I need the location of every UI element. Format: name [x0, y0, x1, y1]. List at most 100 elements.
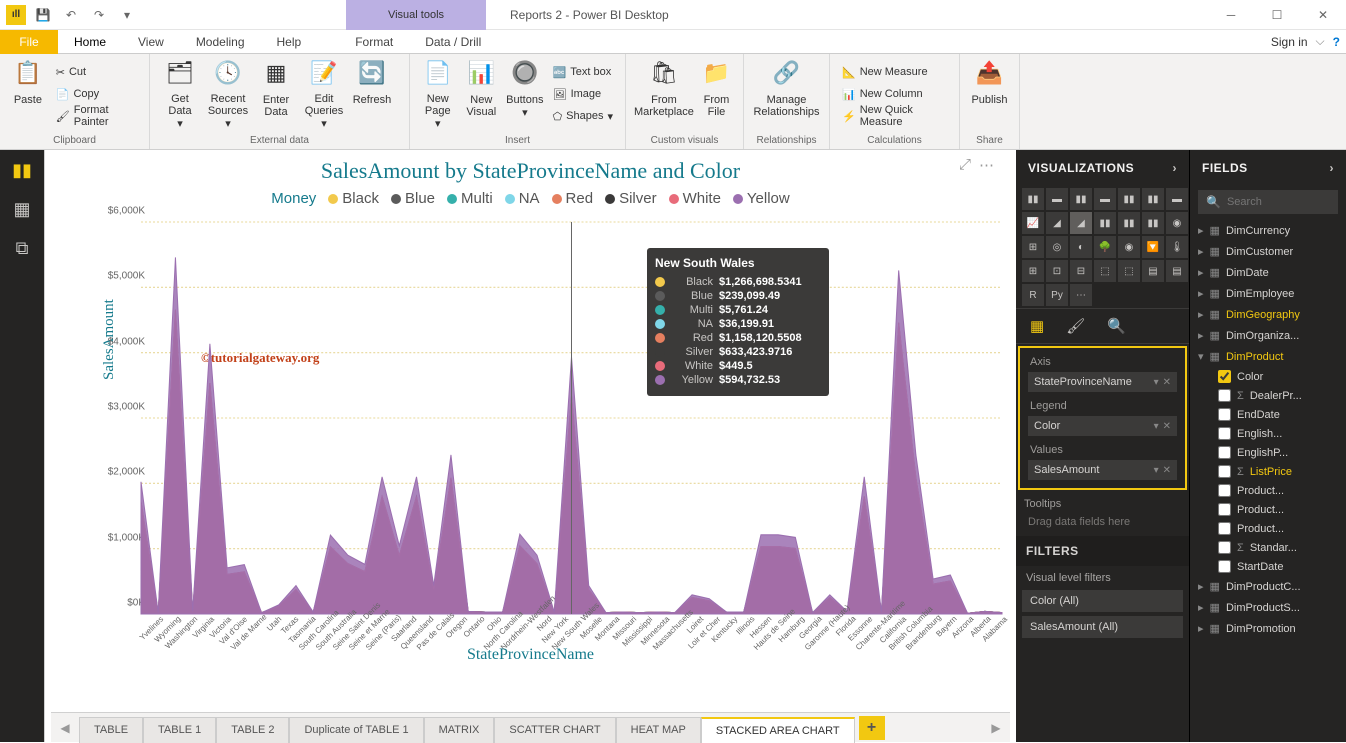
paste-button[interactable]: 📋Paste	[8, 58, 48, 130]
focus-mode-icon[interactable]: ⤢	[959, 156, 971, 174]
shapes-button[interactable]: ⬠ Shapes ▾	[549, 106, 617, 126]
viz-type-icon[interactable]: ▮▮	[1118, 188, 1140, 210]
field-item[interactable]: Product...	[1214, 519, 1346, 538]
field-item[interactable]: StartDate	[1214, 557, 1346, 576]
undo-button[interactable]: ↶	[60, 4, 82, 26]
modeling-menu[interactable]: Modeling	[180, 30, 261, 54]
field-table[interactable]: ▸▦DimProductS...	[1190, 597, 1346, 618]
fields-search[interactable]: 🔍	[1198, 190, 1338, 214]
viz-type-icon[interactable]: ⋯	[1070, 284, 1092, 306]
viz-type-icon[interactable]: ⊞	[1022, 236, 1044, 258]
viz-type-icon[interactable]: Py	[1046, 284, 1068, 306]
chevron-down-icon[interactable]: ⌵	[1316, 34, 1325, 49]
page-tab[interactable]: TABLE 2	[216, 717, 289, 743]
viz-type-icon[interactable]: 🌡	[1166, 236, 1188, 258]
viz-type-icon[interactable]: 🌳	[1094, 236, 1116, 258]
page-tab[interactable]: Duplicate of TABLE 1	[289, 717, 423, 743]
pill-remove-icon[interactable]: ✕	[1163, 421, 1171, 432]
page-tab[interactable]: MATRIX	[424, 717, 495, 743]
format-painter-button[interactable]: 🖌 Format Painter	[52, 106, 141, 126]
enter-data-button[interactable]: ▦Enter Data	[254, 58, 298, 130]
values-well-pill[interactable]: SalesAmount▾ ✕	[1028, 460, 1177, 480]
field-item[interactable]: Product...	[1214, 481, 1346, 500]
new-page-button[interactable]: 📄New Page▾	[418, 58, 458, 130]
viz-type-icon[interactable]: ▮▮	[1142, 188, 1164, 210]
maximize-button[interactable]: ☐	[1254, 0, 1300, 30]
fields-tab-icon[interactable]: ▦	[1030, 317, 1044, 335]
home-menu[interactable]: Home	[58, 30, 122, 54]
copy-button[interactable]: 📄 Copy	[52, 84, 141, 104]
file-menu[interactable]: File	[0, 30, 58, 54]
cut-button[interactable]: ✂ Cut	[52, 62, 141, 82]
pill-dropdown-icon[interactable]: ▾	[1154, 377, 1159, 388]
page-tab[interactable]: HEAT MAP	[616, 717, 701, 743]
field-item[interactable]: Product...	[1214, 500, 1346, 519]
field-item[interactable]: ΣListPrice	[1214, 462, 1346, 481]
save-button[interactable]: 💾	[32, 4, 54, 26]
help-icon[interactable]: ?	[1333, 35, 1340, 49]
viz-type-icon[interactable]: ⬚	[1094, 260, 1116, 282]
viz-type-icon[interactable]: ▮▮	[1142, 212, 1164, 234]
new-column-button[interactable]: 📊 New Column	[838, 84, 951, 104]
redo-button[interactable]: ↷	[88, 4, 110, 26]
buttons-button[interactable]: 🔘Buttons▾	[505, 58, 545, 130]
viz-type-icon[interactable]: ▮▮	[1022, 188, 1044, 210]
viz-type-icon[interactable]: 🔽	[1142, 236, 1164, 258]
viz-type-icon[interactable]: ⊡	[1046, 260, 1068, 282]
tabs-prev[interactable]: ◀	[51, 721, 79, 735]
field-table[interactable]: ▸▦DimCustomer	[1190, 241, 1346, 262]
viz-type-icon[interactable]: ⊞	[1022, 260, 1044, 282]
visual-tools-tab[interactable]: Visual tools	[346, 0, 486, 30]
pill-dropdown-icon[interactable]: ▾	[1154, 421, 1159, 432]
collapse-visualizations-icon[interactable]: ›	[1173, 161, 1178, 175]
signin-link[interactable]: Sign in	[1271, 35, 1308, 49]
viz-type-icon[interactable]: ▬	[1094, 188, 1116, 210]
format-menu[interactable]: Format	[339, 30, 409, 54]
analytics-tab-icon[interactable]: 🔍	[1107, 317, 1126, 335]
field-table[interactable]: ▾▦DimProduct	[1190, 346, 1346, 367]
new-measure-button[interactable]: 📐 New Measure	[838, 62, 951, 82]
image-button[interactable]: 🖼 Image	[549, 84, 617, 104]
chart-visual[interactable]: ⤢ ⋯ SalesAmount by StateProvinceName and…	[51, 150, 1010, 710]
axis-well-pill[interactable]: StateProvinceName▾ ✕	[1028, 372, 1177, 392]
tabs-next[interactable]: ▶	[982, 721, 1010, 735]
more-options-icon[interactable]: ⋯	[979, 156, 994, 174]
viz-type-icon[interactable]: ▤	[1166, 260, 1188, 282]
field-item[interactable]: EnglishP...	[1214, 443, 1346, 462]
page-tab[interactable]: SCATTER CHART	[494, 717, 615, 743]
field-item[interactable]: ΣStandar...	[1214, 538, 1346, 557]
page-tab[interactable]: TABLE 1	[143, 717, 216, 743]
viz-type-icon[interactable]: ▮▮	[1094, 212, 1116, 234]
legend-well-pill[interactable]: Color▾ ✕	[1028, 416, 1177, 436]
filter-color[interactable]: Color (All)	[1022, 590, 1183, 612]
search-input[interactable]	[1227, 196, 1330, 208]
field-table[interactable]: ▸▦DimOrganiza...	[1190, 325, 1346, 346]
publish-button[interactable]: 📤Publish	[968, 58, 1011, 130]
field-item[interactable]: English...	[1214, 424, 1346, 443]
report-view-icon[interactable]: ▮▮	[12, 160, 32, 181]
field-table[interactable]: ▸▦DimProductC...	[1190, 576, 1346, 597]
from-file-button[interactable]: 📁From File	[698, 58, 735, 130]
field-table[interactable]: ▸▦DimGeography	[1190, 304, 1346, 325]
view-menu[interactable]: View	[122, 30, 180, 54]
viz-type-icon[interactable]: ◢	[1070, 212, 1092, 234]
data-view-icon[interactable]: ▦	[13, 199, 30, 220]
pill-remove-icon[interactable]: ✕	[1163, 377, 1171, 388]
viz-type-icon[interactable]: ◐	[1070, 236, 1092, 258]
field-table[interactable]: ▸▦DimDate	[1190, 262, 1346, 283]
help-menu[interactable]: Help	[261, 30, 318, 54]
viz-type-icon[interactable]: ▤	[1142, 260, 1164, 282]
pill-dropdown-icon[interactable]: ▾	[1154, 465, 1159, 476]
get-data-button[interactable]: 🗂Get Data▾	[158, 58, 202, 130]
field-table[interactable]: ▸▦DimCurrency	[1190, 220, 1346, 241]
textbox-button[interactable]: 🔤 Text box	[549, 62, 617, 82]
filter-salesamount[interactable]: SalesAmount (All)	[1022, 616, 1183, 638]
viz-type-icon[interactable]: 📈	[1022, 212, 1044, 234]
viz-type-icon[interactable]: ▮▮	[1070, 188, 1092, 210]
format-tab-icon[interactable]: 🖌	[1066, 317, 1085, 335]
viz-type-icon[interactable]: ◢	[1046, 212, 1068, 234]
new-quick-measure-button[interactable]: ⚡ New Quick Measure	[838, 106, 951, 126]
refresh-button[interactable]: 🔄Refresh	[350, 58, 394, 130]
collapse-fields-icon[interactable]: ›	[1330, 161, 1335, 175]
recent-sources-button[interactable]: 🕓Recent Sources▾	[206, 58, 250, 130]
